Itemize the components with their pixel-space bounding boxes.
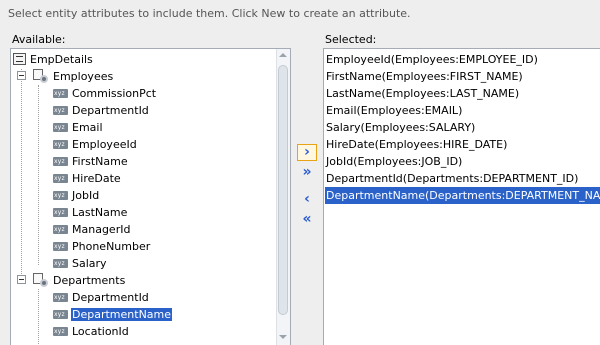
attribute-icon <box>53 190 68 200</box>
tree-item[interactable]: DepartmentId <box>53 102 150 119</box>
attribute-label: DepartmentId <box>72 104 149 117</box>
attribute-icon <box>53 88 68 98</box>
attribute-icon <box>53 241 68 251</box>
scroll-thumb[interactable] <box>278 65 288 315</box>
attribute-icon <box>53 139 68 149</box>
tree-item[interactable]: Email <box>53 119 104 136</box>
scroll-down-arrow-icon[interactable] <box>279 335 287 339</box>
attribute-label: EmployeeId <box>72 138 137 151</box>
tree-item[interactable]: LocationId <box>53 323 130 340</box>
attribute-label: LastName <box>72 206 128 219</box>
attribute-label: Salary <box>72 257 107 270</box>
tree-root-label: EmpDetails <box>30 53 93 66</box>
selected-list-item[interactable]: JobId(Employees:JOB_ID) <box>325 153 462 170</box>
selected-label: Selected: <box>325 33 377 46</box>
group-label: Departments <box>53 274 126 287</box>
selected-list[interactable]: EmployeeId(Employees:EMPLOYEE_ID) FirstN… <box>323 48 600 345</box>
tree-item[interactable]: HireDate <box>53 170 122 187</box>
attribute-label: PhoneNumber <box>72 240 151 253</box>
attribute-icon <box>53 156 68 166</box>
attribute-icon <box>53 105 68 115</box>
tree-item[interactable]: PhoneNumber <box>53 238 151 255</box>
tree-item[interactable]: CommissionPct <box>53 85 157 102</box>
attribute-icon <box>53 173 68 183</box>
attribute-label: CommissionPct <box>72 87 157 100</box>
selected-list-item[interactable]: LastName(Employees:LAST_NAME) <box>325 85 519 102</box>
scroll-up-arrow-icon[interactable] <box>279 53 287 57</box>
attribute-icon <box>53 258 68 268</box>
attribute-icon <box>53 122 68 132</box>
attribute-icon <box>53 292 68 302</box>
tree-item[interactable]: ManagerId <box>53 221 131 238</box>
attribute-icon <box>53 207 68 217</box>
selected-list-item[interactable]: Email(Employees:EMAIL) <box>325 102 462 119</box>
available-tree[interactable]: EmpDetails Employees CommissionPct Depar… <box>10 48 291 345</box>
tree-item-selected[interactable]: DepartmentName <box>53 306 173 323</box>
move-right-button[interactable]: › <box>297 144 317 161</box>
view-object-icon <box>13 53 26 65</box>
instructions-text: Select entity attributes to include them… <box>8 7 411 20</box>
selected-list-item[interactable]: FirstName(Employees:FIRST_NAME) <box>325 68 523 85</box>
attribute-label: ManagerId <box>72 223 131 236</box>
attribute-label: FirstName <box>72 155 128 168</box>
tree-group-employees[interactable]: Employees <box>33 68 114 85</box>
attribute-icon <box>53 309 68 319</box>
tree-item[interactable]: EmployeeId <box>53 136 138 153</box>
group-label: Employees <box>53 70 114 83</box>
tree-root[interactable]: EmpDetails <box>13 51 94 68</box>
entity-object-icon <box>33 273 48 287</box>
selected-list-item[interactable]: DepartmentId(Departments:DEPARTMENT_ID) <box>325 170 578 187</box>
collapse-departments-toggle[interactable] <box>17 275 26 284</box>
entity-object-icon <box>33 69 48 83</box>
collapse-employees-toggle[interactable] <box>17 71 26 80</box>
move-left-button[interactable]: ‹ <box>297 191 317 208</box>
attribute-label: JobId <box>72 189 100 202</box>
attribute-label: DepartmentId <box>72 291 149 304</box>
move-all-left-button[interactable]: « <box>297 211 317 228</box>
tree-item[interactable]: DepartmentId <box>53 289 150 306</box>
tree-item[interactable]: LastName <box>53 204 128 221</box>
attribute-label: DepartmentName <box>71 308 173 321</box>
selected-list-item[interactable]: Salary(Employees:SALARY) <box>325 119 475 136</box>
attribute-label: Email <box>72 121 103 134</box>
tree-item[interactable]: FirstName <box>53 153 129 170</box>
tree-item[interactable]: Salary <box>53 255 108 272</box>
attribute-label: LocationId <box>72 325 129 338</box>
available-scrollbar[interactable] <box>276 49 290 345</box>
move-all-right-button[interactable]: » <box>297 164 317 181</box>
tree-group-departments[interactable]: Departments <box>33 272 126 289</box>
attribute-icon <box>53 326 68 336</box>
attribute-icon <box>53 224 68 234</box>
selected-list-item[interactable]: HireDate(Employees:HIRE_DATE) <box>325 136 507 153</box>
selected-list-item[interactable]: EmployeeId(Employees:EMPLOYEE_ID) <box>325 51 538 68</box>
selected-list-item-highlighted[interactable]: DepartmentName(Departments:DEPARTMENT_NA… <box>325 187 600 204</box>
tree-item[interactable]: JobId <box>53 187 100 204</box>
attribute-label: HireDate <box>72 172 121 185</box>
available-label: Available: <box>12 33 66 46</box>
